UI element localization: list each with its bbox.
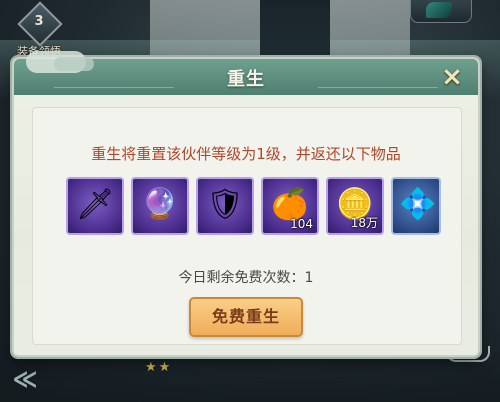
item-experience-fruit[interactable]: 🍊 104 [261, 177, 319, 235]
gem-icon [426, 2, 452, 18]
bottom-bar [0, 350, 500, 402]
rebirth-description: 重生将重置该伙伴等级为1级，并返还以下物品 [91, 145, 401, 163]
free-count-text: 今日剩余免费次数：1 [178, 270, 314, 286]
item-sword[interactable]: 🗡 [66, 177, 124, 235]
close-icon[interactable]: × [438, 63, 466, 91]
item-quantity: 104 [290, 217, 313, 231]
item-silver-coin[interactable]: 🪙 18万 [326, 177, 384, 235]
back-arrow-icon[interactable]: ≪ [8, 364, 42, 394]
returned-items-list: 🗡 🔮 🛡 🍊 104 🪙 18万 💠 [66, 177, 456, 239]
rebirth-dialog: 重生 × 重生将重置该伙伴等级为1级，并返还以下物品 🗡 🔮 🛡 🍊 104 🪙… [12, 51, 480, 357]
sword-icon: 🗡 [75, 187, 115, 222]
star-rating: ★★ [145, 360, 173, 375]
item-armor[interactable]: 🛡 [196, 177, 254, 235]
amulet-icon: 🔮 [141, 187, 179, 222]
dialog-title: 重生 [227, 69, 265, 90]
item-spirit-orb[interactable]: 💠 [391, 177, 441, 235]
dialog-header: 重生 × [14, 51, 478, 95]
badge-level: 3 [34, 14, 44, 29]
item-quantity: 18万 [350, 216, 378, 230]
spirit-orb-icon: 💠 [399, 187, 437, 222]
armor-icon: 🛡 [205, 187, 245, 222]
free-rebirth-button[interactable]: 免费重生 [189, 297, 303, 337]
item-amulet[interactable]: 🔮 [131, 177, 189, 235]
